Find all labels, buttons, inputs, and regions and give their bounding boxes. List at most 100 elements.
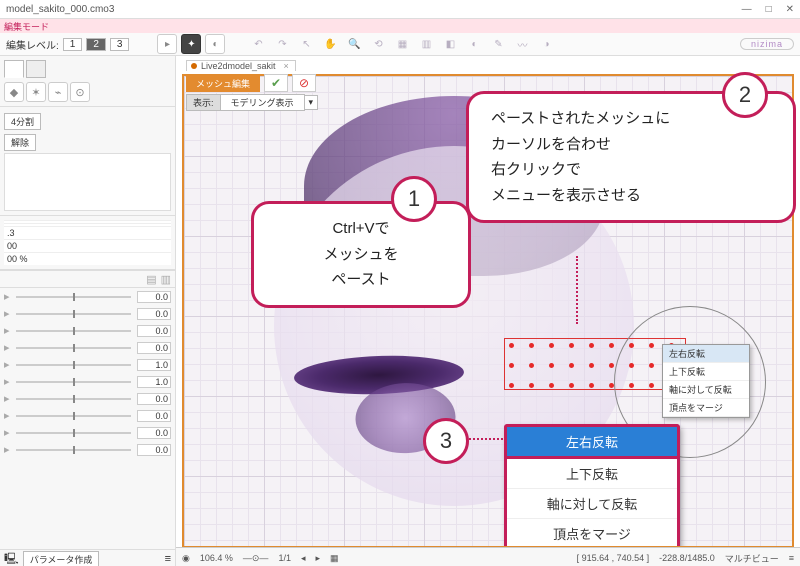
tool-arrow-icon[interactable]: ▸ [157,34,177,54]
display-mode-select[interactable]: モデリング表示 [221,94,305,111]
slider-handle-icon[interactable]: ▸ [4,443,10,456]
slider-track[interactable] [16,296,131,298]
param-slider-row[interactable]: ▸0.0 [0,305,175,322]
mesh-vertex[interactable] [549,383,554,388]
mesh-vertex[interactable] [569,383,574,388]
slider-handle-icon[interactable]: ▸ [4,409,10,422]
mesh-vertex[interactable] [529,383,534,388]
pointer-icon[interactable]: ↖ [297,35,315,53]
palette-tab-2[interactable] [26,60,46,78]
slider-handle-icon[interactable]: ▸ [4,341,10,354]
param-slider-row[interactable]: ▸ 0.0 [0,288,175,305]
slider-track[interactable] [16,449,131,451]
param-tree-icon[interactable]: 🖳 [4,550,19,566]
edit-level-1[interactable]: 1 [63,38,83,51]
mask-icon[interactable]: ◐ [465,35,483,53]
grid-icon[interactable]: ▥ [417,35,435,53]
slider-value[interactable]: 0.0 [137,427,171,439]
slider-handle-icon[interactable]: ▸ [4,324,10,337]
zoom-slider-icon[interactable]: —⊙— [243,553,269,564]
slider-value[interactable]: 0.0 [137,325,171,337]
split-4-button[interactable]: 4分割 [4,113,41,130]
palette-icon[interactable]: ◑ [537,35,555,53]
param-slider-row[interactable]: ▸1.0 [0,356,175,373]
mesh-vertex[interactable] [589,343,594,348]
param-slider-row[interactable]: ▸ 0.0 [0,390,175,407]
mesh-vertex[interactable] [549,343,554,348]
mesh-vertex[interactable] [529,363,534,368]
slider-track[interactable] [16,330,131,332]
slider-track[interactable] [16,381,131,383]
slider-track[interactable] [16,398,131,400]
ctx-big-flip-axis[interactable]: 軸に対して反転 [507,489,677,519]
mesh-vertex[interactable] [509,363,514,368]
ctx-item-flip-axis[interactable]: 軸に対して反転 [663,381,749,399]
mesh-vertex[interactable] [629,343,634,348]
slider-track[interactable] [16,415,131,417]
slider-value[interactable]: 0.0 [137,308,171,320]
mesh-vertex[interactable] [549,363,554,368]
mesh-vertex[interactable] [509,343,514,348]
mesh-cancel-button[interactable]: ⊘ [292,74,316,92]
edit-level-2[interactable]: 2 [86,38,106,51]
tool-lasso-icon[interactable]: ✦ [181,34,201,54]
mesh-vertex[interactable] [589,383,594,388]
param-slider-row[interactable]: ▸ 0.0 [0,322,175,339]
mesh-icon[interactable]: ▦ [393,35,411,53]
slider-handle-icon[interactable]: ▸ [4,290,10,303]
param-settings-icon[interactable]: ≡ [165,553,171,565]
param-create-button[interactable]: パラメータ作成 [23,551,100,566]
param-folder-icon[interactable]: ▥ [161,273,171,286]
mesh-vertex[interactable] [609,343,614,348]
slider-track[interactable] [16,432,131,434]
prev-icon[interactable]: ◂ [301,553,306,564]
chevron-down-icon[interactable]: ▾ [305,95,319,110]
param-menu-icon[interactable]: ▤ [146,273,156,286]
redo-icon[interactable]: ↷ [273,35,291,53]
slider-value[interactable]: 0.0 [137,291,171,303]
mesh-vertex[interactable] [649,383,654,388]
rotate-icon[interactable]: ⟲ [369,35,387,53]
slider-value[interactable]: 0.0 [137,444,171,456]
slider-value[interactable]: 0.0 [137,393,171,405]
slider-track[interactable] [16,364,131,366]
param-slider-row[interactable]: ▸0.0 [0,407,175,424]
mesh-vertex[interactable] [649,363,654,368]
mesh-vertex[interactable] [589,363,594,368]
tool-deform-icon[interactable]: ◐ [205,34,225,54]
slider-handle-icon[interactable]: ▸ [4,392,10,405]
slider-value[interactable]: 1.0 [137,376,171,388]
brush-icon[interactable]: 〰 [513,35,531,53]
ctx-big-flip-v[interactable]: 上下反転 [507,459,677,489]
ctx-item-flip-v[interactable]: 上下反転 [663,363,749,381]
param-slider-row[interactable]: ▸ 0.0 [0,441,175,458]
zoom-icon[interactable]: 🔍 [345,35,363,53]
mesh-vertex[interactable] [509,383,514,388]
ctx-big-flip-h[interactable]: 左右反転 [504,424,680,459]
param-slider-row[interactable]: ▸ 0.0 [0,339,175,356]
param-slider-row[interactable]: ▸1.0 [0,373,175,390]
minimize-icon[interactable]: — [742,4,752,15]
ctx-big-merge[interactable]: 頂点をマージ [507,519,677,548]
record-icon[interactable]: ◉ [182,553,190,564]
mesh-vertex[interactable] [569,363,574,368]
slider-value[interactable]: 0.0 [137,342,171,354]
bucket-icon[interactable]: ◆ [4,82,24,102]
reset-button[interactable]: 解除 [4,134,36,151]
hand-icon[interactable]: ✋ [321,35,339,53]
ctx-item-merge[interactable]: 頂点をマージ [663,399,749,417]
slider-track[interactable] [16,347,131,349]
slider-value[interactable]: 1.0 [137,359,171,371]
maximize-icon[interactable]: □ [766,4,772,15]
mesh-vertex[interactable] [649,343,654,348]
tab-close-icon[interactable]: × [284,61,289,71]
mesh-confirm-button[interactable]: ✔ [264,74,288,92]
palette-tab-1[interactable] [4,60,24,78]
undo-icon[interactable]: ↶ [249,35,267,53]
pin-icon[interactable]: ⊙ [70,82,90,102]
pen-icon[interactable]: ✎ [489,35,507,53]
mesh-vertex[interactable] [609,383,614,388]
param-slider-row[interactable]: ▸0.0 [0,424,175,441]
mesh-vertex[interactable] [569,343,574,348]
wand-icon[interactable]: ✶ [26,82,46,102]
